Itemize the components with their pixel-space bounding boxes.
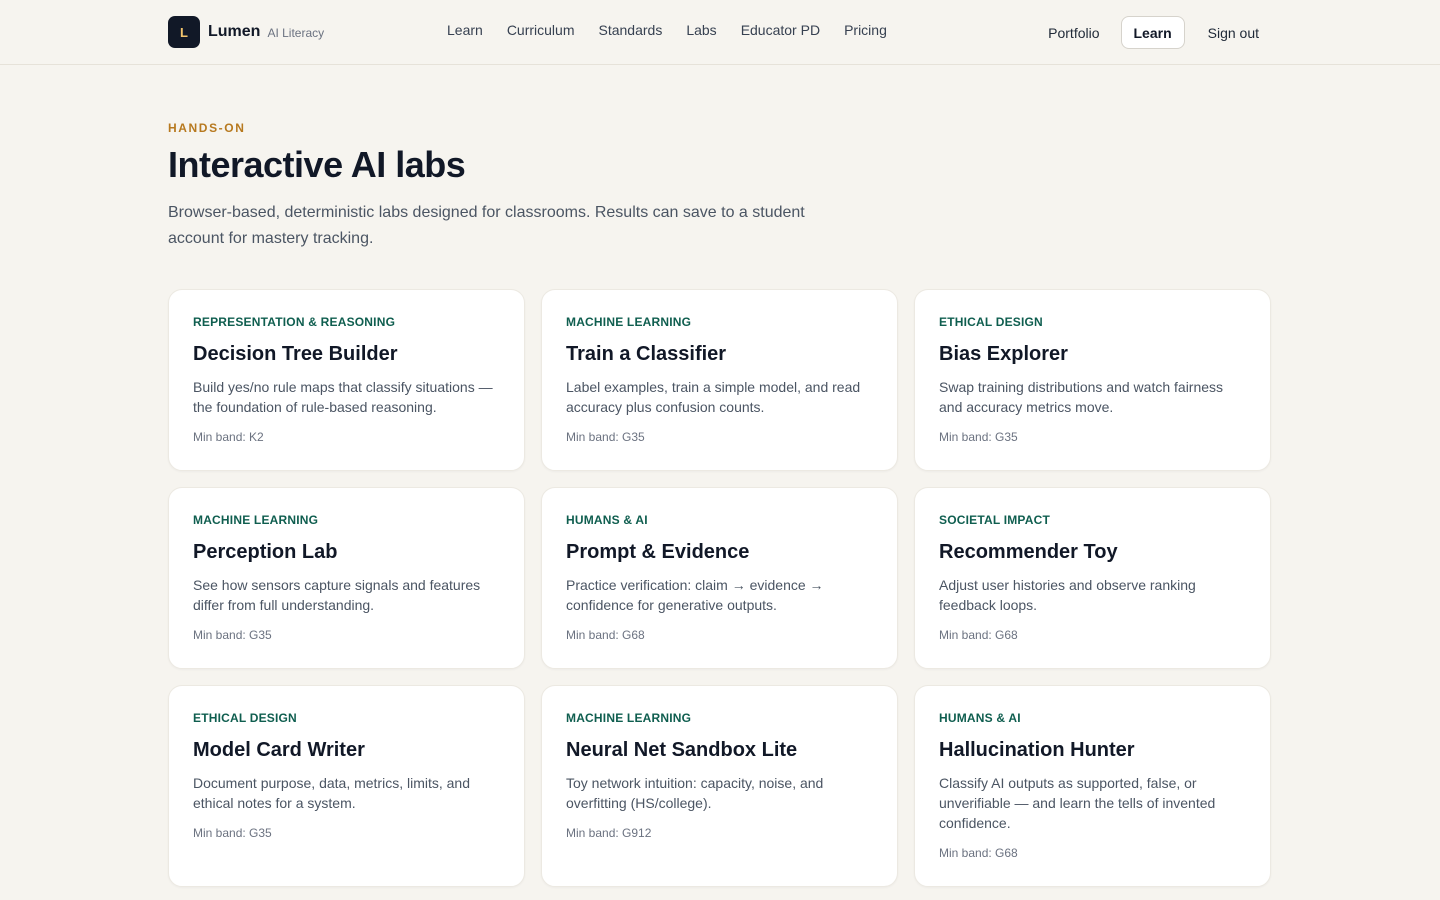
top-navigation-bar: L Lumen AI Literacy Learn Curriculum Sta… xyxy=(0,0,1440,65)
lab-title: Recommender Toy xyxy=(939,541,1118,563)
lab-description: Adjust user histories and observe rankin… xyxy=(939,577,1196,613)
nav-labs[interactable]: Labs xyxy=(686,22,716,38)
lab-title: Hallucination Hunter xyxy=(939,739,1135,761)
section-eyebrow: HANDS-ON xyxy=(168,121,246,135)
page-description: Browser-based, deterministic labs design… xyxy=(168,204,805,247)
lab-category: HUMANS & AI xyxy=(566,513,648,527)
lab-description: Label examples, train a simple model, an… xyxy=(566,379,861,415)
lab-card-hallucination-hunter[interactable]: HUMANS & AI Hallucination Hunter Classif… xyxy=(914,685,1271,887)
nav-learn[interactable]: Learn xyxy=(447,22,483,38)
nav-educator-pd[interactable]: Educator PD xyxy=(741,22,820,38)
lab-category: ETHICAL DESIGN xyxy=(193,711,297,725)
lab-title: Perception Lab xyxy=(193,541,338,563)
lab-title: Prompt & Evidence xyxy=(566,541,750,563)
hero-section: HANDS-ON Interactive AI labs Browser-bas… xyxy=(168,121,868,252)
lab-min-band: Min band: G912 xyxy=(566,826,652,840)
lab-card-train-a-classifier[interactable]: MACHINE LEARNING Train a Classifier Labe… xyxy=(541,289,898,471)
nav-standards[interactable]: Standards xyxy=(599,22,663,38)
lab-category: MACHINE LEARNING xyxy=(566,315,692,329)
lab-title: Model Card Writer xyxy=(193,739,365,761)
lab-card-neural-net-sandbox-lite[interactable]: MACHINE LEARNING Neural Net Sandbox Lite… xyxy=(541,685,898,887)
lab-description: See how sensors capture signals and feat… xyxy=(193,577,481,613)
lab-min-band: Min band: G68 xyxy=(566,628,645,642)
lab-description: Toy network intuition: capacity, noise, … xyxy=(566,775,824,811)
lab-category: MACHINE LEARNING xyxy=(566,711,692,725)
lab-min-band: Min band: G35 xyxy=(566,430,645,444)
lab-min-band: Min band: G68 xyxy=(939,846,1018,860)
lab-category: HUMANS & AI xyxy=(939,711,1021,725)
lab-min-band: Min band: G68 xyxy=(939,628,1018,642)
lab-min-band: Min band: G35 xyxy=(193,628,272,642)
lab-title: Neural Net Sandbox Lite xyxy=(566,739,798,761)
brand-name: Lumen xyxy=(208,23,261,40)
portfolio-link[interactable]: Portfolio xyxy=(1035,25,1112,41)
lab-description: Document purpose, data, metrics, limits,… xyxy=(193,775,471,811)
lab-category: ETHICAL DESIGN xyxy=(939,315,1043,329)
page-title: Interactive AI labs xyxy=(168,144,466,185)
lab-title: Bias Explorer xyxy=(939,343,1068,365)
lumen-logo-icon: L xyxy=(168,16,200,48)
brand-subtitle: AI Literacy xyxy=(267,26,325,40)
lab-card-decision-tree-builder[interactable]: REPRESENTATION & REASONING Decision Tree… xyxy=(168,289,525,471)
brand-logo-link[interactable]: L Lumen AI Literacy xyxy=(168,16,324,48)
learn-button[interactable]: Learn xyxy=(1120,16,1185,49)
lab-category: MACHINE LEARNING xyxy=(193,513,319,527)
lab-card-model-card-writer[interactable]: ETHICAL DESIGN Model Card Writer Documen… xyxy=(168,685,525,887)
lab-card-prompt-and-evidence[interactable]: HUMANS & AI Prompt & Evidence Practice v… xyxy=(541,487,898,669)
main-nav: Learn Curriculum Standards Labs Educator… xyxy=(447,22,887,38)
lab-title: Decision Tree Builder xyxy=(193,343,398,365)
lab-title: Train a Classifier xyxy=(566,343,727,365)
lab-category: SOCIETAL IMPACT xyxy=(939,513,1050,527)
lab-min-band: Min band: G35 xyxy=(193,826,272,840)
lab-category: REPRESENTATION & REASONING xyxy=(193,315,396,329)
nav-pricing[interactable]: Pricing xyxy=(844,22,887,38)
lab-description: Build yes/no rule maps that classify sit… xyxy=(193,379,493,415)
lab-card-perception-lab[interactable]: MACHINE LEARNING Perception Lab See how … xyxy=(168,487,525,669)
lab-description: Swap training distributions and watch fa… xyxy=(939,379,1224,415)
account-nav: Portfolio Learn Sign out xyxy=(1035,16,1272,49)
lab-description: Practice verification: claim → evidence … xyxy=(566,577,824,613)
lab-min-band: Min band: G35 xyxy=(939,430,1018,444)
lab-card-bias-explorer[interactable]: ETHICAL DESIGN Bias Explorer Swap traini… xyxy=(914,289,1271,471)
lab-description: Classify AI outputs as supported, false,… xyxy=(939,775,1216,831)
labs-grid: REPRESENTATION & REASONING Decision Tree… xyxy=(168,289,1272,887)
lab-min-band: Min band: K2 xyxy=(193,430,264,444)
lab-card-recommender-toy[interactable]: SOCIETAL IMPACT Recommender Toy Adjust u… xyxy=(914,487,1271,669)
sign-out-link[interactable]: Sign out xyxy=(1195,25,1272,41)
nav-curriculum[interactable]: Curriculum xyxy=(507,22,575,38)
